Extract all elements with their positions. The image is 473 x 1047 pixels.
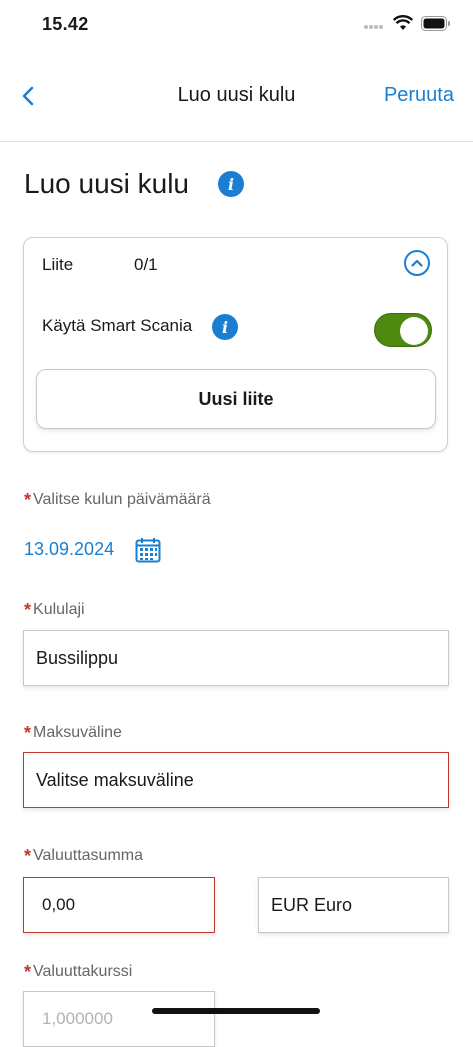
smart-scan-info-icon[interactable]: i <box>212 314 238 340</box>
payment-method-field[interactable]: Valitse maksuväline <box>23 752 449 808</box>
expense-type-field[interactable]: Bussilippu <box>23 630 449 686</box>
battery-icon <box>421 15 451 36</box>
required-mark: * <box>24 962 32 982</box>
exchange-rate-label: Valuuttakurssi <box>33 963 133 980</box>
nav-divider <box>0 141 473 142</box>
currency-amount-label: Valuuttasumma <box>33 847 143 864</box>
status-icons <box>363 15 451 36</box>
date-value[interactable]: 13.09.2024 <box>24 539 114 560</box>
status-time: 15.42 <box>42 14 89 34</box>
info-icon[interactable]: i <box>218 171 244 197</box>
expense-type-label: Kululaji <box>33 601 85 618</box>
exchange-rate-label-row: * Valuuttakurssi <box>24 962 132 983</box>
smart-scan-label: Käytä Smart Scania <box>42 316 193 335</box>
payment-method-label: Maksuväline <box>33 724 122 741</box>
required-mark: * <box>24 600 32 620</box>
date-label-row: * Valitse kulun päivämäärä <box>24 490 211 511</box>
payment-method-label-row: * Maksuväline <box>24 723 122 744</box>
chevron-up-icon[interactable] <box>404 250 430 276</box>
required-mark: * <box>24 846 32 866</box>
signal-dots-icon <box>363 17 385 35</box>
exchange-rate-field[interactable]: 1,000000 <box>23 991 215 1047</box>
attachment-card: Liite 0/1 Käytä Smart Scania i Uusi liit… <box>23 237 448 452</box>
new-attachment-button[interactable]: Uusi liite <box>36 369 436 429</box>
calendar-icon[interactable] <box>135 537 161 568</box>
currency-amount-field[interactable]: 0,00 <box>23 877 215 933</box>
date-label: Valitse kulun päivämäärä <box>33 491 211 508</box>
expense-type-label-row: * Kululaji <box>24 600 85 621</box>
home-indicator <box>152 1008 320 1014</box>
page-title: Luo uusi kulu <box>24 168 190 199</box>
currency-select[interactable]: EUR Euro <box>258 877 449 933</box>
attachment-label: Liite <box>42 255 74 274</box>
wifi-icon <box>392 15 414 36</box>
smart-scan-toggle[interactable] <box>374 313 432 347</box>
toggle-knob <box>400 317 428 345</box>
cancel-button[interactable]: Peruuta <box>384 84 454 107</box>
currency-amount-label-row: * Valuuttasumma <box>24 846 143 867</box>
attachment-count: 0/1 <box>134 255 158 274</box>
required-mark: * <box>24 490 32 510</box>
required-mark: * <box>24 723 32 743</box>
